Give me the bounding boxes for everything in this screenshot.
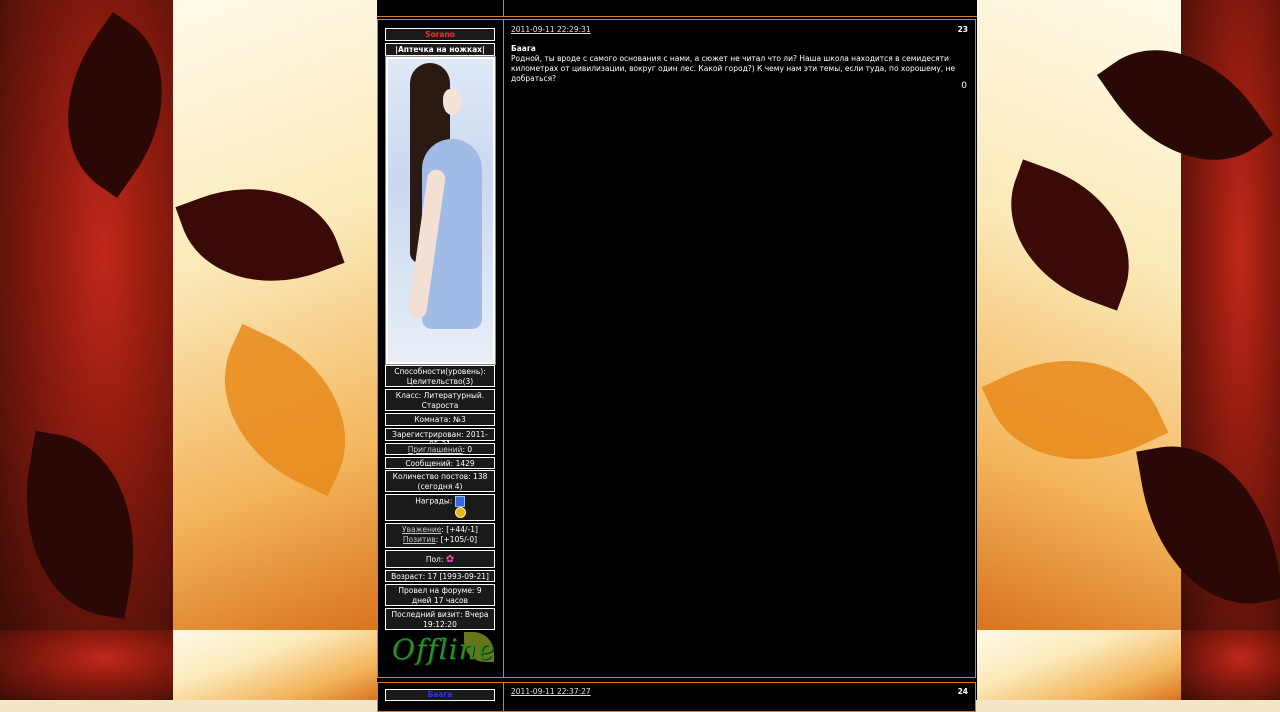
room-info: Комната: №3 <box>385 413 495 426</box>
post-text: Родной, ты вроде с самого основания с на… <box>511 54 956 83</box>
age-info: Возраст: 17 [1993-09-21] <box>385 570 495 582</box>
post-number[interactable]: 24 <box>958 687 968 696</box>
post-date-link[interactable]: 2011-09-11 22:37:27 <box>511 687 591 696</box>
author-nick[interactable]: Sorano <box>385 28 495 41</box>
positive-link[interactable]: Позитив <box>403 535 436 544</box>
offline-status: Offline <box>392 633 496 666</box>
forum-post: Sorano |Аптечка на ножках| Способности(у… <box>377 19 976 678</box>
author-nick[interactable]: Баага <box>385 689 495 701</box>
awards-info: Награды: <box>385 494 495 521</box>
invites-link[interactable]: Приглашений <box>408 445 463 454</box>
avatar <box>385 56 496 365</box>
previous-post-bottom <box>377 0 977 17</box>
bg-light-leaves-left <box>173 0 378 630</box>
post-rating: 0 <box>961 81 967 91</box>
gender-info: Пол: ✿ <box>385 550 495 568</box>
ability-info: Способности(уровень): Целительство(3) <box>385 365 495 387</box>
user-title: |Аптечка на ножках| <box>385 43 495 56</box>
forum-time-info: Провел на форуме: 9 дней 17 часов <box>385 584 495 606</box>
invites-info: Приглашений: 0 <box>385 443 495 455</box>
registered-info: Зарегистрирован: 2011-05-31 <box>385 428 495 449</box>
award-coin-icon[interactable] <box>454 507 466 518</box>
post-date-link[interactable]: 2011-09-11 22:29:31 <box>511 25 591 34</box>
respect-link[interactable]: Уважение <box>402 525 441 534</box>
post-message: Баага Родной, ты вроде с самого основани… <box>511 44 961 84</box>
posts-count-info: Количество постов: 138 (сегодня 4) <box>385 470 495 492</box>
post-number[interactable]: 23 <box>958 25 968 34</box>
female-gender-icon: ✿ <box>445 554 455 565</box>
forum-post: Баага 2011-09-11 22:37:27 24 <box>377 682 976 712</box>
class-info: Класс: Литературный. Староста <box>385 389 495 411</box>
last-visit-info: Последний визит: Вчера 19:12:20 <box>385 608 495 630</box>
post-addressee: Баага <box>511 44 536 53</box>
award-medal-icon[interactable] <box>454 496 465 507</box>
post-body: 2011-09-11 22:29:31 23 Баага Родной, ты … <box>505 20 975 677</box>
reputation-info: Уважение: [+44/-1] Позитив: [+105/-0] <box>385 523 495 548</box>
messages-info: Сообщений: 1429 <box>385 457 495 469</box>
post-author-sidebar: Sorano |Аптечка на ножках| Способности(у… <box>378 20 504 677</box>
post-author-sidebar: Баага <box>378 683 504 711</box>
